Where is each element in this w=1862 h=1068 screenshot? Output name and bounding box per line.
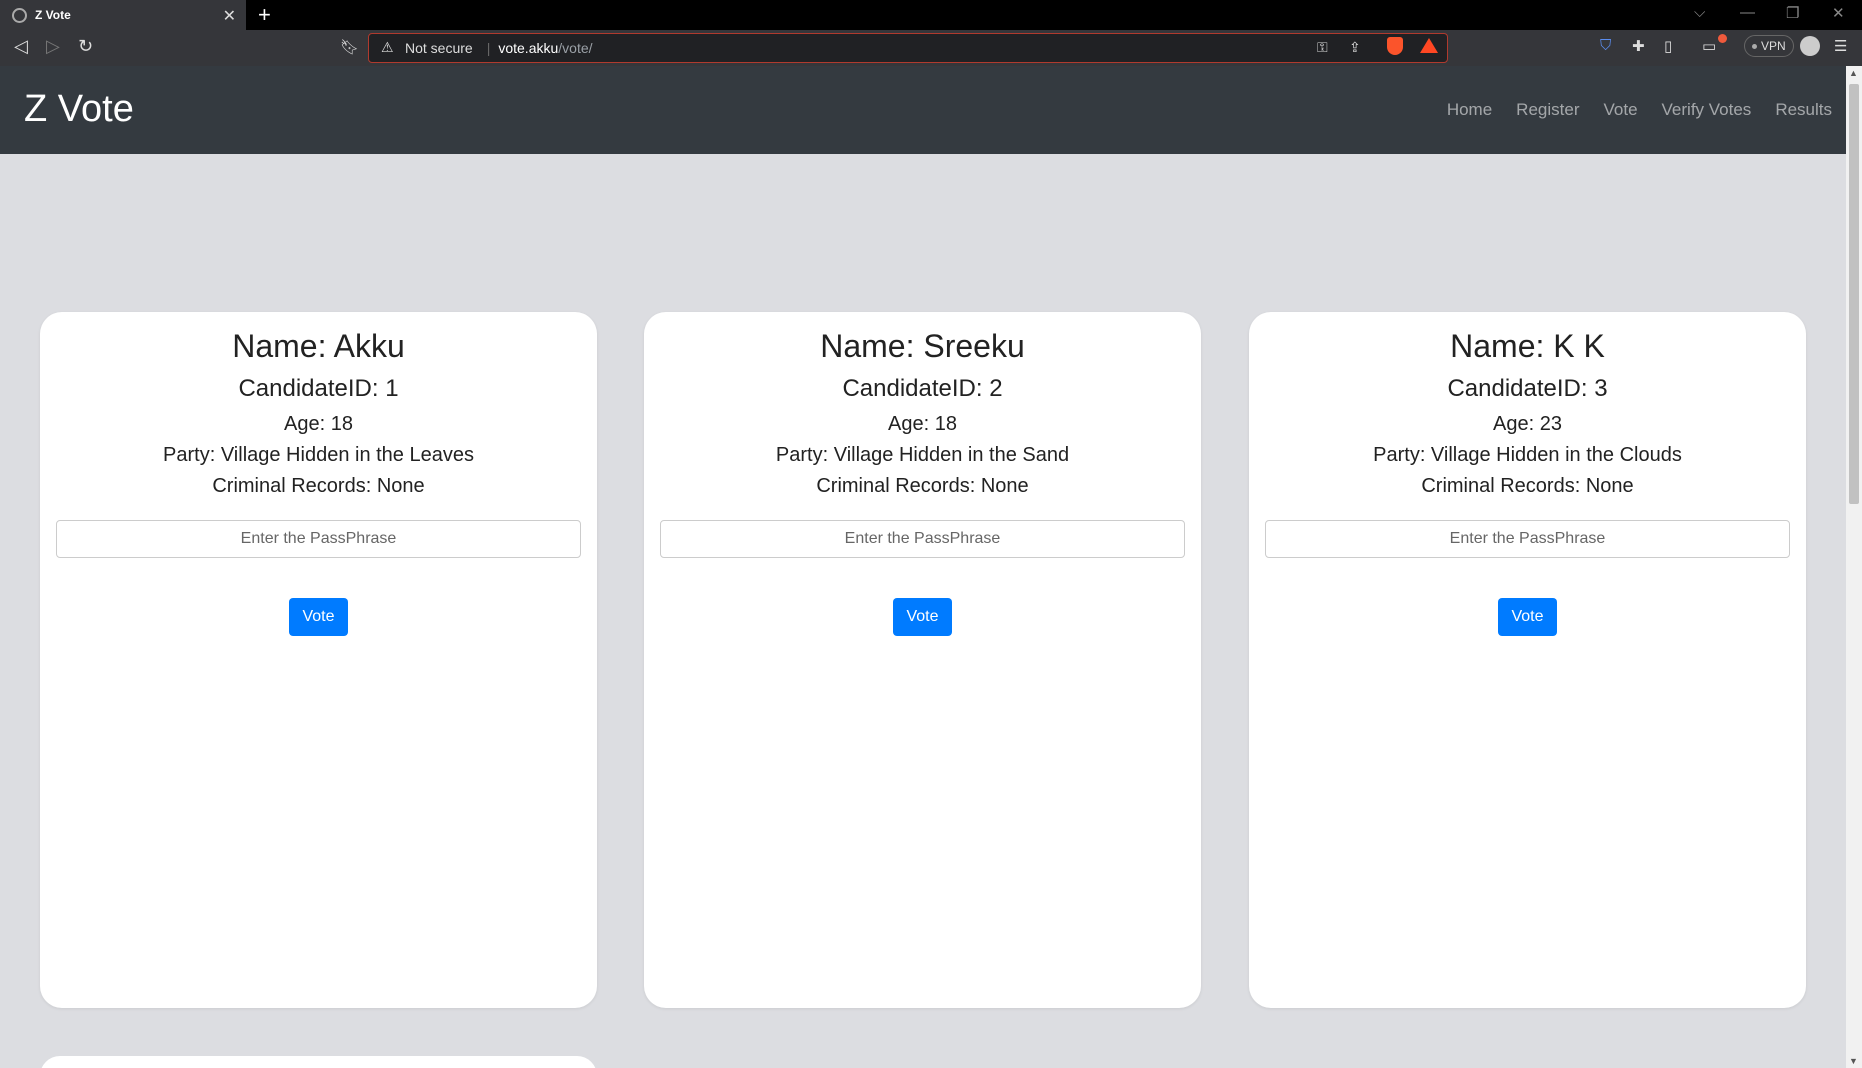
candidate-records: Criminal Records: None — [816, 475, 1029, 497]
nav-verify-votes[interactable]: Verify Votes — [1662, 100, 1752, 120]
tab-search-icon[interactable]: ⌵ — [1694, 4, 1705, 21]
candidate-id: CandidateID: 3 — [1447, 375, 1608, 402]
scroll-thumb[interactable] — [1849, 84, 1859, 504]
page-content: Z Vote Home Register Vote Verify Votes R… — [0, 66, 1846, 1068]
candidate-card: Name: Sreeku CandidateID: 2 Age: 18 Part… — [644, 312, 1201, 1008]
candidate-age: Age: 23 — [1493, 413, 1562, 435]
url-host: vote.akku — [498, 40, 559, 56]
nav-home[interactable]: Home — [1447, 100, 1492, 120]
profile-avatar[interactable] — [1800, 36, 1820, 56]
close-window-icon[interactable]: ✕ — [1832, 4, 1845, 22]
restore-icon[interactable]: ❐ — [1786, 4, 1799, 22]
security-label: Not secure — [405, 40, 473, 56]
nav-links: Home Register Vote Verify Votes Results — [1423, 100, 1832, 120]
vote-button[interactable]: Vote — [289, 598, 348, 636]
candidate-id: CandidateID: 2 — [842, 375, 1003, 402]
passphrase-input[interactable] — [660, 520, 1185, 558]
passphrase-input[interactable] — [56, 520, 581, 558]
brave-rewards-icon[interactable] — [1420, 38, 1438, 53]
bookmark-icon[interactable]: 🔖︎ — [340, 38, 359, 56]
brave-shields-icon[interactable] — [1387, 37, 1403, 55]
candidate-name: Name: Sreeku — [820, 328, 1025, 364]
candidate-party: Party: Village Hidden in the Leaves — [163, 444, 474, 466]
candidate-name: Name: Akku — [232, 328, 405, 364]
candidate-age: Age: 18 — [888, 413, 957, 435]
minimize-icon[interactable]: — — [1740, 4, 1755, 21]
candidate-party: Party: Village Hidden in the Sand — [775, 444, 1070, 466]
candidate-age: Age: 18 — [284, 413, 353, 435]
candidate-name: Name: K K — [1450, 328, 1605, 364]
passphrase-input[interactable] — [1265, 520, 1790, 558]
browser-toolbar: ◁ ▷ ↻ 🔖︎ ⚠ Not secure | vote.akku/vote/ ⚿ … — [0, 30, 1862, 66]
browser-tab[interactable]: Z Vote ✕ — [0, 0, 246, 30]
vpn-button[interactable]: VPN — [1744, 35, 1794, 57]
address-bar[interactable]: ⚠ Not secure | vote.akku/vote/ ⚿ ⇪ — [368, 33, 1448, 63]
reload-icon[interactable]: ↻ — [78, 36, 93, 57]
new-tab-button[interactable]: + — [258, 2, 271, 28]
sidebar-icon[interactable]: ▯ — [1664, 37, 1672, 55]
back-icon[interactable]: ◁ — [14, 36, 28, 57]
warning-icon: ⚠ — [381, 39, 394, 55]
key-icon[interactable]: ⚿ — [1317, 39, 1328, 56]
nav-vote[interactable]: Vote — [1603, 100, 1637, 120]
notification-badge — [1718, 34, 1727, 43]
page-scrollbar[interactable]: ▲ ▼ — [1846, 66, 1862, 1068]
site-navbar: Z Vote Home Register Vote Verify Votes R… — [0, 66, 1846, 154]
candidate-card: Name: K K CandidateID: 3 Age: 23 Party: … — [1249, 312, 1806, 1008]
scroll-up-icon[interactable]: ▲ — [1849, 68, 1858, 78]
candidate-records: Criminal Records: None — [1421, 475, 1634, 497]
wallet-icon[interactable]: ▭ — [1702, 37, 1716, 55]
close-tab-icon[interactable]: ✕ — [223, 6, 236, 26]
vote-button[interactable]: Vote — [893, 598, 952, 636]
globe-icon — [12, 7, 27, 23]
candidate-card-next — [40, 1056, 597, 1068]
candidate-records: Criminal Records: None — [212, 475, 425, 497]
extensions-icon[interactable]: ✚ — [1632, 37, 1645, 55]
menu-icon[interactable]: ☰ — [1834, 37, 1847, 55]
url-path: /vote/ — [558, 40, 593, 56]
nav-register[interactable]: Register — [1516, 100, 1579, 120]
tab-title: Z Vote — [35, 8, 71, 22]
vote-button[interactable]: Vote — [1498, 598, 1557, 636]
share-icon[interactable]: ⇪ — [1349, 39, 1361, 56]
candidate-party: Party: Village Hidden in the Clouds — [1373, 444, 1682, 466]
candidate-card: Name: Akku CandidateID: 1 Age: 18 Party:… — [40, 312, 597, 1008]
forward-icon[interactable]: ▷ — [46, 36, 60, 57]
scroll-down-icon[interactable]: ▼ — [1849, 1056, 1858, 1066]
nav-results[interactable]: Results — [1775, 100, 1832, 120]
candidate-id: CandidateID: 1 — [238, 375, 399, 402]
brand-logo[interactable]: Z Vote — [24, 88, 134, 131]
bitwarden-icon[interactable]: ⛉ — [1600, 37, 1611, 54]
tab-strip: Z Vote ✕ + ⌵ — ❐ ✕ — [0, 0, 1862, 30]
